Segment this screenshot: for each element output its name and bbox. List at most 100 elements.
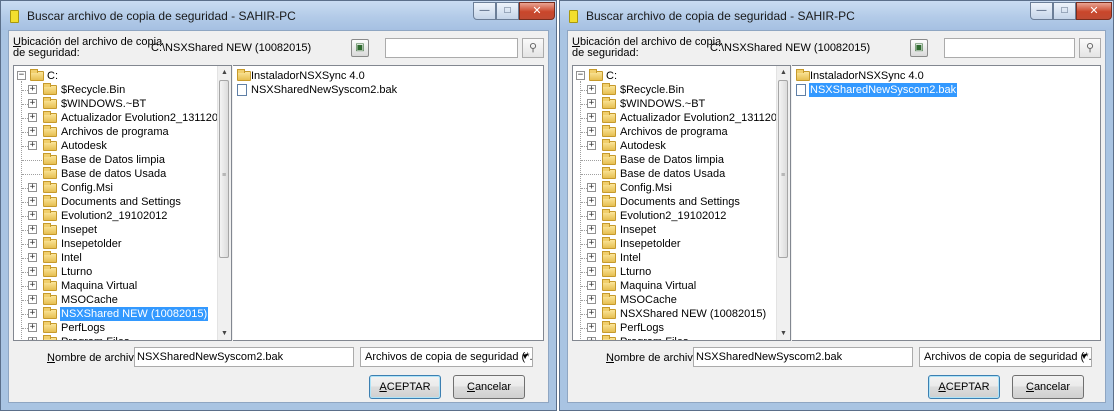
- chevron-down-icon[interactable]: ▼: [1080, 348, 1088, 366]
- expand-icon[interactable]: +: [28, 253, 37, 262]
- tree-node-label: Insepetolder: [61, 238, 122, 250]
- close-button[interactable]: ✕: [1076, 2, 1112, 20]
- title-bar[interactable]: Buscar archivo de copia de seguridad - S…: [1, 1, 556, 30]
- maximize-button[interactable]: □: [496, 2, 519, 20]
- tree-node-label: Lturno: [620, 266, 652, 278]
- expand-icon[interactable]: +: [587, 239, 596, 248]
- file-list-item-label: NSXSharedNewSyscom2.bak: [809, 83, 958, 97]
- tree-guide-line: [22, 90, 28, 91]
- expand-icon[interactable]: +: [587, 225, 596, 234]
- minimize-button[interactable]: —: [1030, 2, 1053, 20]
- expand-icon[interactable]: +: [28, 281, 37, 290]
- search-input[interactable]: [385, 38, 518, 58]
- expand-icon[interactable]: +: [587, 253, 596, 262]
- accept-accesskey: A: [938, 381, 946, 393]
- minimize-button[interactable]: —: [473, 2, 496, 20]
- expand-icon[interactable]: +: [28, 309, 37, 318]
- tree-node-label: Actualizador Evolution2_13112013: [620, 112, 790, 124]
- expand-icon[interactable]: +: [28, 239, 37, 248]
- accept-button[interactable]: ACEPTAR: [928, 375, 1000, 399]
- maximize-button[interactable]: □: [1053, 2, 1076, 20]
- tree-node-label: MSOCache: [61, 294, 118, 306]
- expand-icon[interactable]: +: [28, 141, 37, 150]
- title-bar[interactable]: Buscar archivo de copia de seguridad - S…: [560, 1, 1113, 30]
- expand-icon[interactable]: +: [587, 99, 596, 108]
- expand-icon[interactable]: +: [28, 113, 37, 122]
- chevron-down-icon[interactable]: ▼: [521, 348, 529, 366]
- tree-guide-line: [581, 174, 601, 175]
- expand-icon[interactable]: +: [28, 323, 37, 332]
- filetype-select[interactable]: Archivos de copia de seguridad (*.bak ▼: [360, 347, 533, 367]
- filename-input[interactable]: NSXSharedNewSyscom2.bak: [134, 347, 354, 367]
- folder-icon: [43, 181, 57, 193]
- tree-guide-line: [581, 258, 587, 259]
- tree-guide-line: [581, 118, 587, 119]
- expand-icon[interactable]: +: [587, 323, 596, 332]
- expand-icon[interactable]: +: [587, 113, 596, 122]
- collapse-icon[interactable]: −: [17, 71, 26, 80]
- app-icon: [10, 10, 19, 23]
- file-list[interactable]: InstaladorNSXSync 4.0 NSXSharedNewSyscom2…: [792, 65, 1101, 341]
- expand-icon[interactable]: +: [587, 85, 596, 94]
- expand-icon[interactable]: +: [587, 183, 596, 192]
- expand-icon[interactable]: +: [28, 211, 37, 220]
- expand-icon[interactable]: +: [28, 183, 37, 192]
- expand-icon[interactable]: +: [28, 127, 37, 136]
- expand-icon[interactable]: +: [28, 225, 37, 234]
- scroll-down-arrow[interactable]: ▼: [218, 327, 231, 340]
- tree-node-label: MSOCache: [620, 294, 677, 306]
- file-list[interactable]: InstaladorNSXSync 4.0 NSXSharedNewSyscom2…: [233, 65, 544, 341]
- expand-icon[interactable]: +: [28, 197, 37, 206]
- tree-scrollbar[interactable]: ▲ ≡ ▼: [217, 66, 231, 340]
- scroll-down-arrow[interactable]: ▼: [777, 327, 790, 340]
- cancel-button[interactable]: Cancelar: [453, 375, 525, 399]
- expand-icon[interactable]: +: [587, 309, 596, 318]
- scroll-up-arrow[interactable]: ▲: [218, 66, 231, 79]
- tree-guide-line: [22, 132, 28, 133]
- expand-icon[interactable]: +: [28, 295, 37, 304]
- tree-node-label: Evolution2_19102012: [61, 210, 168, 222]
- expand-icon[interactable]: +: [587, 267, 596, 276]
- expand-icon[interactable]: +: [587, 337, 596, 340]
- cancel-button[interactable]: Cancelar: [1012, 375, 1084, 399]
- accept-accesskey: A: [379, 381, 387, 393]
- filename-input[interactable]: NSXSharedNewSyscom2.bak: [693, 347, 913, 367]
- expand-icon[interactable]: +: [28, 99, 37, 108]
- filename-label-accesskey: N: [606, 352, 614, 364]
- folder-icon: [602, 125, 616, 137]
- search-icon[interactable]: ⚲: [522, 38, 544, 58]
- tree-node-label: Base de Datos limpia: [61, 154, 165, 166]
- folder-tree[interactable]: − C: + $Recycle.Bin + $WINDOWS.~BT + Actualizad…: [13, 65, 232, 341]
- scroll-up-arrow[interactable]: ▲: [777, 66, 790, 79]
- expand-icon[interactable]: +: [587, 197, 596, 206]
- search-input[interactable]: [944, 38, 1075, 58]
- scroll-thumb[interactable]: ≡: [219, 80, 229, 258]
- file-list-item-label: InstaladorNSXSync 4.0: [251, 70, 365, 82]
- search-icon[interactable]: ⚲: [1079, 38, 1101, 58]
- file-list-item-label: NSXSharedNewSyscom2.bak: [251, 84, 398, 96]
- folder-tree[interactable]: − C: + $Recycle.Bin + $WINDOWS.~BT + Actualizad…: [572, 65, 791, 341]
- folder-icon: [602, 83, 616, 95]
- folder-icon: [43, 111, 57, 123]
- expand-icon[interactable]: +: [587, 295, 596, 304]
- scroll-thumb[interactable]: ≡: [778, 80, 788, 258]
- tree-guide-line: [22, 230, 28, 231]
- expand-icon[interactable]: +: [28, 337, 37, 340]
- tree-node-label: Config.Msi: [620, 182, 672, 194]
- folder-nav-icon[interactable]: ▣: [910, 39, 928, 57]
- close-button[interactable]: ✕: [519, 2, 555, 20]
- collapse-icon[interactable]: −: [576, 71, 585, 80]
- expand-icon[interactable]: +: [28, 267, 37, 276]
- accept-button[interactable]: ACEPTAR: [369, 375, 441, 399]
- folder-nav-icon[interactable]: ▣: [351, 39, 369, 57]
- expand-icon[interactable]: +: [587, 281, 596, 290]
- expand-icon[interactable]: +: [587, 211, 596, 220]
- expand-icon[interactable]: +: [587, 127, 596, 136]
- tree-node-label: Lturno: [61, 266, 93, 278]
- expand-icon[interactable]: +: [587, 141, 596, 150]
- tree-guide-line: [581, 132, 587, 133]
- expand-icon[interactable]: +: [28, 85, 37, 94]
- filetype-select[interactable]: Archivos de copia de seguridad (*.bak ▼: [919, 347, 1092, 367]
- tree-scrollbar[interactable]: ▲ ≡ ▼: [776, 66, 790, 340]
- folder-icon: [43, 97, 57, 109]
